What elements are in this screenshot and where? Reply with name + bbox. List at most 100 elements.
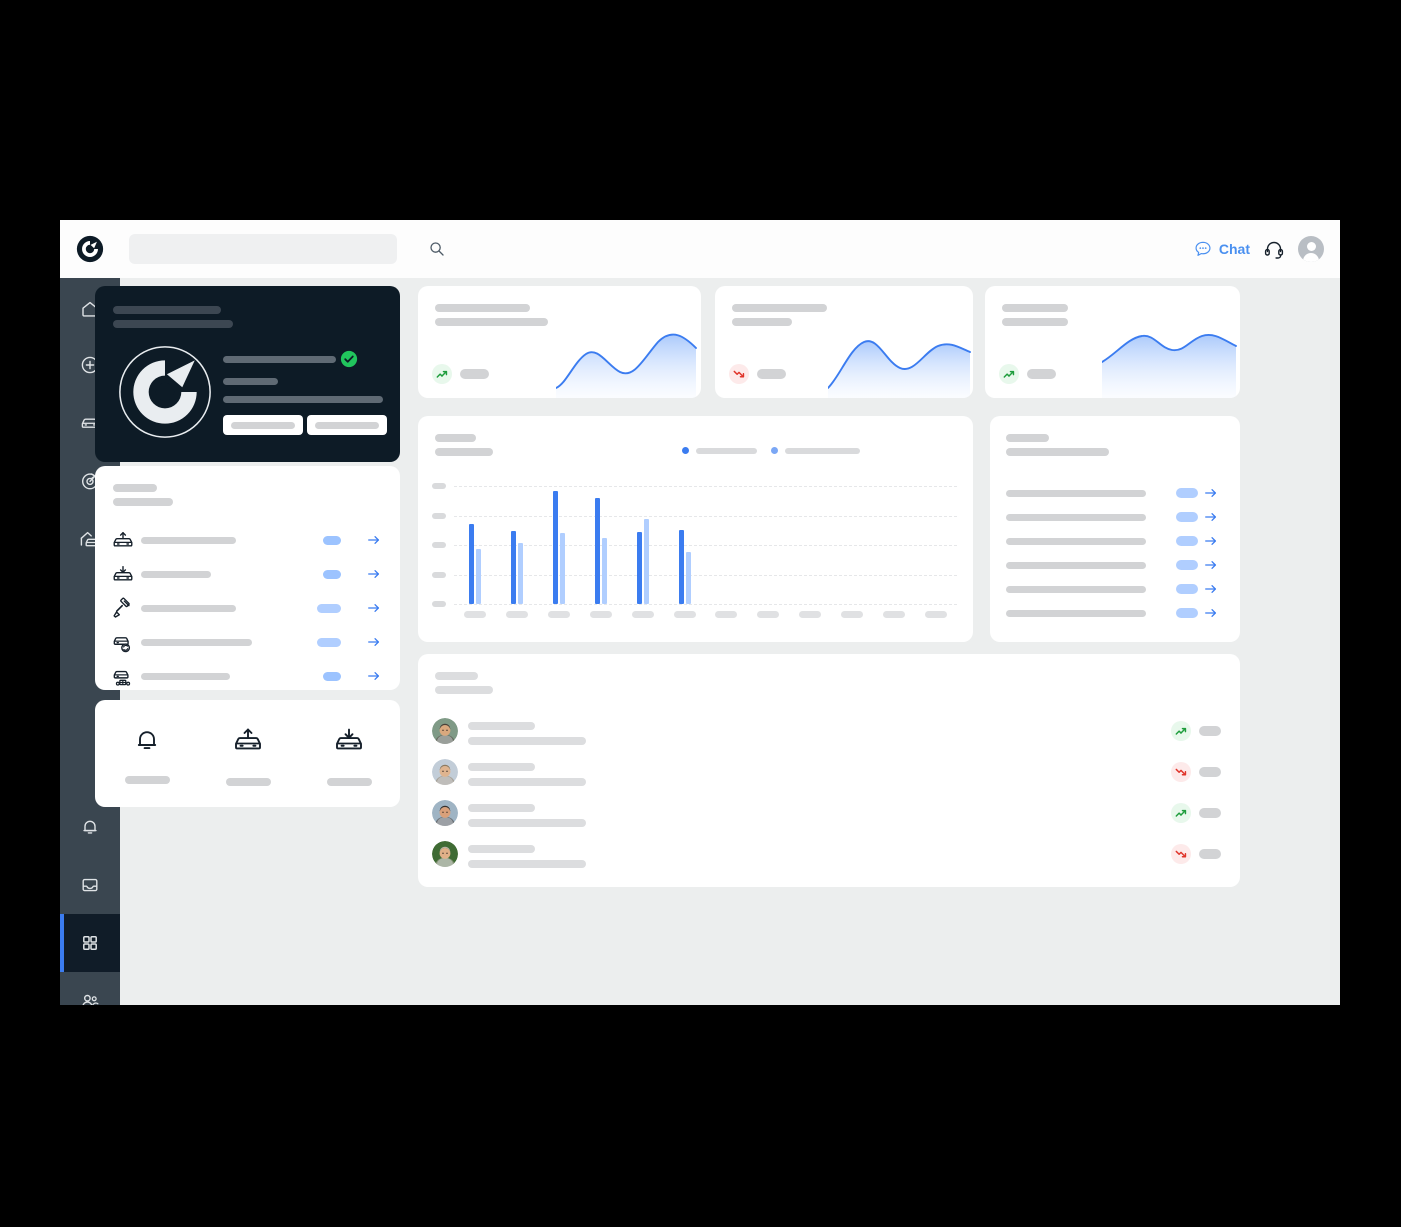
service-row[interactable] [95, 660, 400, 694]
chart-x-axis-tick [799, 611, 822, 618]
chart-bar[interactable] [559, 533, 565, 604]
arrow-right-icon[interactable] [1204, 534, 1218, 548]
chart-legend-item[interactable] [771, 447, 860, 454]
arrow-right-icon[interactable] [1204, 486, 1218, 500]
services-card [95, 466, 400, 690]
list-row-label [1006, 538, 1146, 545]
stat-title-line-2 [435, 318, 548, 326]
stat-trend-value [757, 369, 786, 379]
stat-card-1 [418, 286, 701, 398]
chart-bar[interactable] [475, 548, 481, 604]
service-row-badge [317, 638, 341, 647]
activity-row-value [1199, 808, 1221, 818]
service-row[interactable] [95, 626, 400, 660]
stat-title-line-2 [1002, 318, 1068, 326]
hero-primary-button[interactable] [223, 415, 303, 435]
list-row-label [1006, 610, 1146, 617]
chart-bar[interactable] [552, 490, 558, 604]
chart-title-line-1 [435, 434, 476, 442]
chart-bar[interactable] [678, 529, 684, 604]
activity-row-title [468, 763, 535, 771]
stat-card-2 [715, 286, 973, 398]
arrow-right-icon[interactable] [1204, 510, 1218, 524]
arrow-right-icon[interactable] [367, 533, 381, 547]
service-row[interactable] [95, 524, 400, 558]
list-row-badge [1176, 536, 1198, 546]
stat-title-line-1 [435, 304, 530, 312]
activity-row-1[interactable] [418, 716, 1240, 758]
sidebar-item-users[interactable] [60, 972, 120, 1005]
list-row[interactable] [990, 530, 1240, 554]
service-row[interactable] [95, 558, 400, 592]
list-row-badge [1176, 584, 1198, 594]
service-row[interactable] [95, 592, 400, 626]
list-row-label [1006, 514, 1146, 521]
arrow-right-icon[interactable] [1204, 558, 1218, 572]
trend-up-icon [1171, 721, 1191, 741]
list-row-badge [1176, 512, 1198, 522]
user-avatar-icon[interactable] [1298, 236, 1324, 262]
list-row-label [1006, 490, 1146, 497]
chart-bar[interactable] [594, 497, 600, 604]
quick-action-alerts[interactable] [97, 724, 197, 784]
activity-row-2[interactable] [418, 757, 1240, 799]
sidebar-item-inbox[interactable] [60, 856, 120, 914]
avatar-photo-1 [432, 718, 458, 744]
chat-button[interactable]: Chat [1194, 240, 1250, 258]
quick-action-sell-car[interactable] [198, 724, 298, 786]
chart-bar[interactable] [643, 519, 649, 604]
chart-plot-area [432, 483, 957, 618]
service-row-label [141, 673, 230, 680]
chart-bar[interactable] [685, 552, 691, 604]
list-row[interactable] [990, 578, 1240, 602]
chart-x-axis-tick [673, 611, 696, 618]
hero-title-line-1 [113, 306, 221, 314]
arrow-right-icon[interactable] [1204, 582, 1218, 596]
list-row[interactable] [990, 506, 1240, 530]
chart-legend-item[interactable] [682, 447, 757, 454]
arrow-right-icon[interactable] [367, 601, 381, 615]
chart-x-axis-tick [589, 611, 612, 618]
chart-bar[interactable] [517, 542, 523, 604]
activity-row-3[interactable] [418, 798, 1240, 840]
brand-circle-swirl-logo [76, 235, 104, 263]
activity-row-4[interactable] [418, 839, 1240, 881]
chart-y-axis-tick [432, 601, 446, 607]
headset-icon[interactable] [1263, 238, 1285, 260]
car-download-icon [332, 724, 366, 763]
chart-x-axis-tick [715, 611, 738, 618]
quick-action-buy-car[interactable] [299, 724, 399, 786]
hero-card [95, 286, 400, 462]
chart-x-axis-tick [505, 611, 528, 618]
search-icon[interactable] [429, 241, 445, 257]
list-row-badge [1176, 560, 1198, 570]
arrow-right-icon[interactable] [1204, 606, 1218, 620]
chart-bar[interactable] [601, 537, 607, 604]
top-bar-actions: Chat [1194, 220, 1324, 278]
list-row[interactable] [990, 482, 1240, 506]
arrow-right-icon[interactable] [367, 669, 381, 683]
service-row-label [141, 639, 252, 646]
hero-secondary-button[interactable] [307, 415, 387, 435]
sparkline-chart [556, 333, 697, 398]
chart-bar[interactable] [468, 523, 474, 604]
chart-x-axis-tick [883, 611, 906, 618]
chart-x-axis-tick [463, 611, 486, 618]
chart-bar[interactable] [510, 530, 516, 604]
chart-y-axis-tick [432, 512, 446, 519]
chart-bar[interactable] [636, 532, 642, 604]
brand-circle-swirl-logo-large [119, 346, 211, 438]
arrow-right-icon[interactable] [367, 567, 381, 581]
arrow-right-icon[interactable] [367, 635, 381, 649]
list-row[interactable] [990, 554, 1240, 578]
bar-chart-panel [418, 416, 973, 642]
activity-row-subtitle [468, 737, 586, 745]
sidebar-item-dashboard[interactable] [60, 914, 120, 972]
search-input[interactable] [129, 234, 397, 264]
brand-logo[interactable] [60, 220, 120, 278]
list-row-label [1006, 586, 1146, 593]
chart-x-axis-tick [547, 611, 570, 618]
avatar-photo-2 [432, 759, 458, 785]
chart-x-axis-tick [757, 611, 780, 618]
list-row[interactable] [990, 602, 1240, 626]
